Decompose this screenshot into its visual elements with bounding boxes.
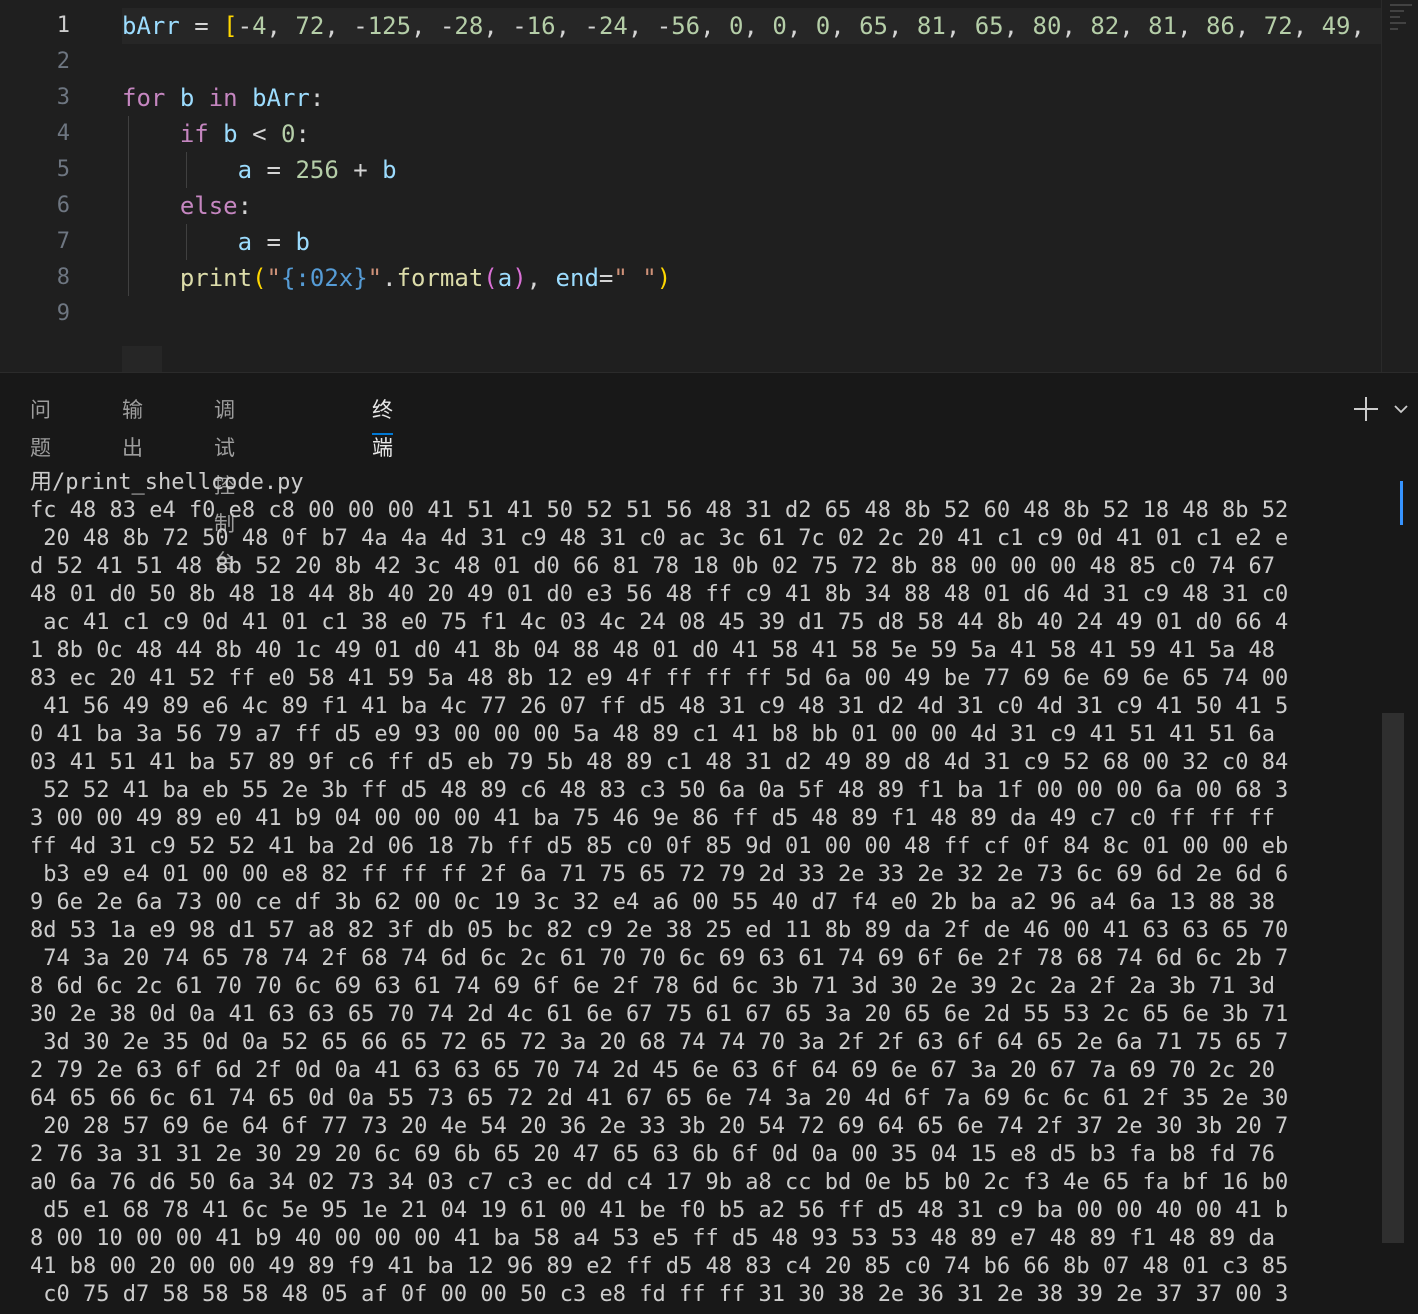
terminal-line: 3d 30 2e 35 0d 0a 52 65 66 65 72 65 72 3… (30, 1030, 1289, 1055)
code-line[interactable] (122, 296, 1382, 332)
terminal-line: b3 e9 e4 01 00 00 e8 82 ff ff ff 2f 6a 7… (30, 862, 1289, 887)
line-number: 5 (56, 157, 70, 182)
minimap-line (1390, 28, 1398, 30)
minimap-line (1390, 10, 1404, 12)
indent-guide (128, 188, 129, 224)
terminal-line: 20 48 8b 72 50 48 0f b7 4a 4a 4d 31 c9 4… (30, 526, 1289, 551)
indent-guide (128, 152, 129, 188)
tab-terminal[interactable]: 终端 (372, 391, 393, 460)
line-number: 9 (56, 301, 70, 326)
terminal-line: 8 00 10 00 00 41 b9 40 00 00 00 41 ba 58… (30, 1226, 1276, 1251)
minimap[interactable] (1381, 0, 1418, 372)
line-number: 6 (56, 193, 70, 218)
code-line[interactable]: if b < 0: (122, 116, 1382, 152)
line-highlight (122, 346, 162, 372)
terminal-line: 8d 53 1a e9 98 d1 57 a8 82 3f db 05 bc 8… (30, 918, 1289, 943)
indent-guide (128, 116, 129, 152)
line-number-gutter: 1 2 3 4 5 6 7 8 9 (0, 8, 80, 332)
terminal-line: ff 4d 31 c9 52 52 41 ba 2d 06 18 7b ff d… (30, 834, 1289, 859)
terminal-scrollbar[interactable] (1382, 457, 1404, 1314)
code-line[interactable]: a = 256 + b (122, 152, 1382, 188)
terminal-line: 83 ec 20 41 52 ff e0 58 41 59 5a 48 8b 1… (30, 666, 1289, 691)
terminal-line: 20 28 57 69 6e 64 6f 77 73 20 4e 54 20 3… (30, 1114, 1289, 1139)
terminal-line: a0 6a 76 d6 50 6a 34 02 73 34 03 c7 c3 e… (30, 1170, 1289, 1195)
code-line[interactable]: else: (122, 188, 1382, 224)
terminal-line: 64 65 66 6c 61 74 65 0d 0a 55 73 65 72 2… (30, 1086, 1289, 1111)
line-number: 2 (56, 49, 70, 74)
terminal-line: 0 41 ba 3a 56 79 a7 ff d5 e9 93 00 00 00… (30, 722, 1276, 747)
terminal-line: d 52 41 51 48 8b 52 20 8b 42 3c 48 01 d0… (30, 554, 1276, 579)
indent-guide (128, 224, 129, 260)
terminal-line: 3 00 00 49 89 e0 41 b9 04 00 00 00 41 ba… (30, 806, 1276, 831)
terminal-line: fc 48 83 e4 f0 e8 c8 00 00 00 41 51 41 5… (30, 498, 1289, 523)
minimap-line (1390, 4, 1412, 6)
code-area[interactable]: bArr = [-4, 72, -125, -28, -16, -24, -56… (122, 8, 1394, 332)
line-number: 7 (56, 229, 70, 254)
terminal-line: ac 41 c1 c9 0d 41 01 c1 38 e0 75 f1 4c 0… (30, 610, 1289, 635)
terminal-line: 1 8b 0c 48 44 8b 40 1c 49 01 d0 41 8b 04… (30, 638, 1276, 663)
tab-problems[interactable]: 问题 (30, 391, 51, 460)
minimap-line (1390, 16, 1400, 18)
code-line[interactable]: bArr = [-4, 72, -125, -28, -16, -24, -56… (122, 8, 1394, 44)
terminal-line: d5 e1 68 78 41 6c 5e 95 1e 21 04 19 61 0… (30, 1198, 1289, 1223)
minimap-line (1390, 22, 1406, 24)
line-number: 1 (56, 13, 70, 38)
code-line[interactable]: for b in bArr: (122, 80, 1382, 116)
terminal-line: 2 76 3a 31 31 2e 30 29 20 6c 69 6b 65 20… (30, 1142, 1276, 1167)
code-line[interactable] (122, 44, 1382, 80)
scrollbar-thumb[interactable] (1382, 713, 1404, 1243)
tab-output[interactable]: 输出 (122, 391, 143, 460)
terminal-line: 03 41 51 41 ba 57 89 9f c6 ff d5 eb 79 5… (30, 750, 1289, 775)
terminal-line: 74 3a 20 74 65 78 74 2f 68 74 6d 6c 2c 6… (30, 946, 1289, 971)
indent-guide (128, 260, 129, 296)
plus-icon[interactable] (1352, 395, 1380, 423)
line-number: 4 (56, 121, 70, 146)
bottom-panel: 问题 输出 调试控制台 终端 用/print_shellcode.pyfc 48… (0, 372, 1418, 1314)
code-editor[interactable]: 1 2 3 4 5 6 7 8 9 bArr = [-4, 72, -125, … (0, 0, 1418, 372)
terminal-line: 52 52 41 ba eb 55 2e 3b ff d5 48 89 c6 4… (30, 778, 1289, 803)
line-number: 3 (56, 85, 70, 110)
terminal-output[interactable]: 用/print_shellcode.pyfc 48 83 e4 f0 e8 c8… (30, 469, 1366, 1314)
terminal-line: 41 b8 00 20 00 00 49 89 f9 41 ba 12 96 8… (30, 1254, 1289, 1279)
terminal-line: 48 01 d0 50 8b 48 18 44 8b 40 20 49 01 d… (30, 582, 1289, 607)
indent-guide (186, 152, 187, 188)
terminal-line: 用/print_shellcode.py (30, 470, 304, 495)
code-line[interactable]: print("{:02x}".format(a), end=" ") (122, 260, 1382, 296)
terminal-line: c0 75 d7 58 58 58 48 05 af 0f 00 00 50 c… (30, 1282, 1289, 1307)
terminal-line: 9 6e 2e 6a 73 00 ce df 3b 62 00 0c 19 3c… (30, 890, 1276, 915)
terminal-line: 2 79 2e 63 6f 6d 2f 0d 0a 41 63 63 65 70… (30, 1058, 1276, 1083)
vscode-window: 1 2 3 4 5 6 7 8 9 bArr = [-4, 72, -125, … (0, 0, 1418, 1314)
code-line[interactable]: a = b (122, 224, 1382, 260)
terminal-line: 30 2e 38 0d 0a 41 63 63 65 70 74 2d 4c 6… (30, 1002, 1289, 1027)
terminal-line: 8 6d 6c 2c 61 70 70 6c 69 63 61 74 69 6f… (30, 974, 1276, 999)
tab-debug-console[interactable]: 调试控制台 (214, 391, 235, 574)
chevron-down-icon[interactable] (1392, 399, 1410, 419)
indent-guide (186, 224, 187, 260)
scrollbar-marker (1400, 481, 1403, 525)
terminal-line: 41 56 49 89 e6 4c 89 f1 41 ba 4c 77 26 0… (30, 694, 1289, 719)
line-number: 8 (56, 265, 70, 290)
